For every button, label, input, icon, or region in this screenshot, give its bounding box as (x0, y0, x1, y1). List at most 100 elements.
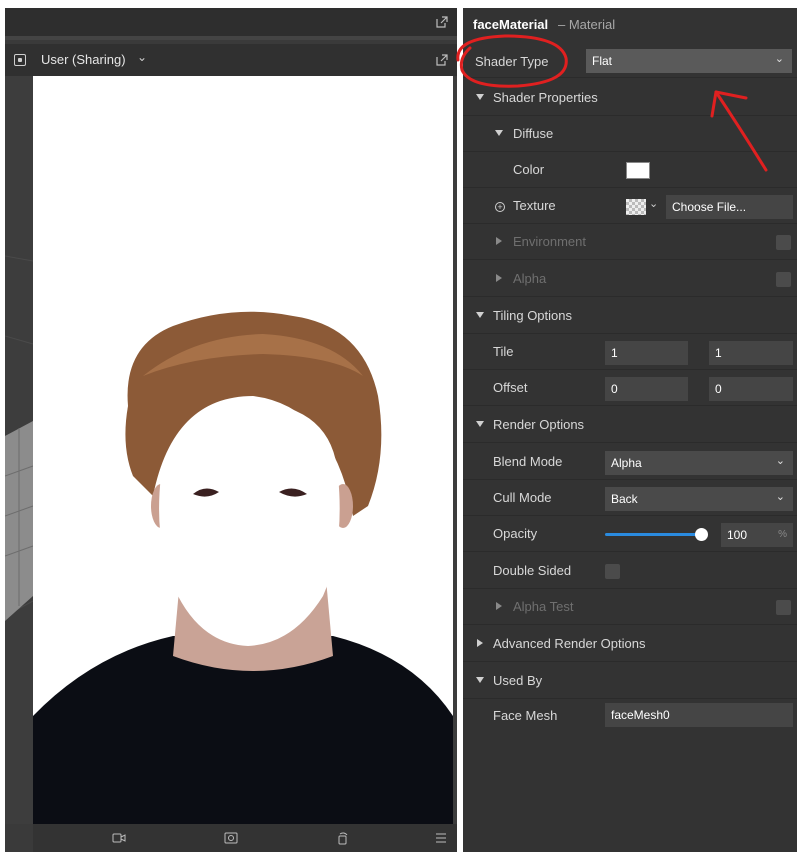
offset-y-value: 0 (715, 382, 722, 396)
collapse-arrow-icon (476, 677, 484, 683)
cull-mode-value: Back (611, 492, 638, 506)
expand-arrow-icon (496, 602, 502, 610)
double-sided-checkbox[interactable] (605, 564, 620, 579)
used-by-label: Used By (493, 673, 543, 688)
rotate-icon[interactable] (335, 830, 351, 846)
face-preview-image (33, 76, 453, 824)
face-mesh-label: Face Mesh (493, 708, 558, 723)
shader-properties-label: Shader Properties (493, 90, 598, 105)
expand-arrow-icon (477, 639, 483, 647)
texture-row: + Texture ⌄ Choose File... (463, 188, 797, 224)
offset-y-input[interactable]: 0 (709, 377, 793, 401)
tiling-options-header[interactable]: Tiling Options (463, 298, 797, 334)
texture-label: Texture (513, 198, 556, 213)
viewport-bottom-toolbar (33, 824, 457, 852)
opacity-slider-handle[interactable] (695, 528, 708, 541)
tile-y-input[interactable]: 1 (709, 341, 793, 365)
blend-mode-dropdown[interactable]: Alpha ⌄ (605, 451, 793, 475)
tile-x-value: 1 (611, 346, 618, 360)
texture-thumbnail[interactable] (626, 199, 646, 215)
choose-file-label: Choose File... (672, 200, 747, 214)
tile-x-input[interactable]: 1 (605, 341, 688, 365)
alpha-test-header[interactable]: Alpha Test (463, 589, 797, 625)
blend-mode-label: Blend Mode (493, 454, 563, 469)
diffuse-label: Diffuse (513, 126, 554, 141)
color-swatch[interactable] (626, 162, 650, 179)
render-options-label: Render Options (493, 417, 585, 432)
percent-unit: % (778, 529, 787, 540)
tile-label: Tile (493, 344, 514, 359)
shader-type-dropdown[interactable]: Flat ⌄ (586, 49, 792, 73)
menu-icon[interactable] (433, 830, 449, 846)
alpha-test-label: Alpha Test (513, 599, 574, 614)
alpha-header[interactable]: Alpha (463, 261, 797, 297)
choose-file-button[interactable]: Choose File... (666, 195, 793, 219)
chevron-down-icon[interactable]: ⌄ (649, 197, 658, 210)
viewport-header: User (Sharing) ⌄ (5, 44, 457, 76)
environment-header[interactable]: Environment (463, 224, 797, 260)
viewport-topbar (5, 8, 457, 40)
shader-type-row: Shader Type Flat ⌄ (463, 44, 797, 78)
blend-mode-value: Alpha (611, 456, 642, 470)
chevron-down-icon: ⌄ (775, 491, 785, 503)
offset-label: Offset (493, 380, 528, 395)
opacity-input[interactable]: 100 % (721, 523, 793, 547)
color-row: Color (463, 152, 797, 188)
alpha-label: Alpha (513, 271, 547, 286)
double-sided-label: Double Sided (493, 563, 572, 578)
face-mesh-reference[interactable]: faceMesh0 (605, 703, 793, 727)
offset-x-input[interactable]: 0 (605, 377, 688, 401)
face-mesh-row: Face Mesh faceMesh0 (463, 700, 797, 736)
tile-row: Tile 1 1 (463, 334, 797, 370)
environment-checkbox[interactable] (776, 235, 791, 250)
camera-selector-label[interactable]: User (Sharing) (41, 52, 126, 67)
material-name: faceMaterial (473, 17, 549, 32)
chevron-down-icon: ⌄ (775, 455, 785, 467)
expand-arrow-icon (496, 274, 502, 282)
tiling-options-label: Tiling Options (493, 308, 572, 323)
advanced-render-options-header[interactable]: Advanced Render Options (463, 626, 797, 662)
offset-x-value: 0 (611, 382, 618, 396)
video-record-icon[interactable] (111, 830, 127, 846)
camera-preview (33, 76, 453, 824)
environment-label: Environment (513, 234, 586, 249)
alpha-test-checkbox[interactable] (776, 600, 791, 615)
chevron-down-icon: ⌄ (774, 53, 784, 65)
cull-mode-row: Cull Mode Back ⌄ (463, 480, 797, 516)
tile-y-value: 1 (715, 346, 722, 360)
opacity-value: 100 (727, 528, 748, 542)
color-label: Color (513, 162, 545, 177)
cull-mode-label: Cull Mode (493, 490, 552, 505)
chevron-down-icon[interactable]: ⌄ (137, 50, 147, 64)
camera-icon (14, 54, 26, 66)
expand-arrow-icon (496, 237, 502, 245)
material-type: – Material (558, 17, 616, 32)
inspector-panel: faceMaterial – Material Shader Type Flat… (463, 8, 797, 852)
collapse-arrow-icon (476, 312, 484, 318)
shader-type-label: Shader Type (475, 54, 549, 69)
blend-mode-row: Blend Mode Alpha ⌄ (463, 444, 797, 480)
face-mesh-value: faceMesh0 (611, 708, 670, 722)
opacity-label: Opacity (493, 526, 538, 541)
collapse-arrow-icon (495, 130, 503, 136)
double-sided-row: Double Sided (463, 553, 797, 589)
viewport-panel: User (Sharing) ⌄ (5, 8, 457, 852)
offset-row: Offset 0 0 (463, 370, 797, 406)
popout-icon[interactable] (435, 53, 449, 67)
used-by-header[interactable]: Used By (463, 663, 797, 699)
popout-icon[interactable] (435, 15, 449, 29)
screenshot-icon[interactable] (223, 830, 239, 846)
add-icon[interactable]: + (495, 202, 505, 212)
opacity-row: Opacity 100 % (463, 516, 797, 552)
render-options-header[interactable]: Render Options (463, 407, 797, 443)
shader-type-value: Flat (592, 54, 613, 68)
collapse-arrow-icon (476, 94, 484, 100)
cull-mode-dropdown[interactable]: Back ⌄ (605, 487, 793, 511)
diffuse-header[interactable]: Diffuse (463, 116, 797, 152)
alpha-checkbox[interactable] (776, 272, 791, 287)
collapse-arrow-icon (476, 421, 484, 427)
opacity-slider-track[interactable] (605, 533, 701, 536)
advanced-render-options-label: Advanced Render Options (493, 636, 646, 651)
shader-properties-header[interactable]: Shader Properties (463, 80, 797, 116)
inspector-title-bar: faceMaterial – Material (463, 8, 797, 40)
